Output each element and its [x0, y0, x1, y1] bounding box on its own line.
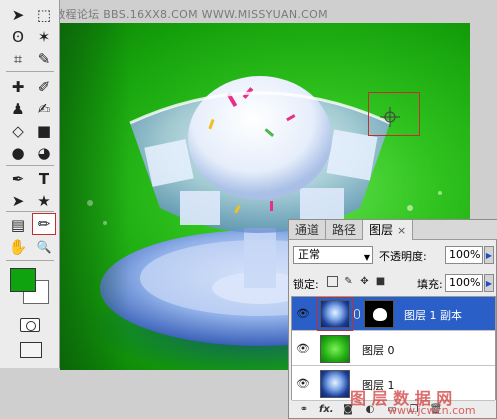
path-select-icon[interactable]: ➤ — [6, 190, 30, 212]
canvas-vignette — [60, 23, 130, 370]
layer-thumbnail[interactable] — [320, 370, 350, 398]
toolbox-divider — [6, 211, 54, 212]
tab-layers-label: 图层 — [369, 223, 394, 237]
lock-position-icon[interactable]: ✥ — [359, 276, 370, 287]
link-chain-icon[interactable] — [354, 309, 360, 319]
eye-icon[interactable]: 👁 — [296, 307, 310, 321]
marquee-icon[interactable]: ⬚ — [32, 4, 56, 26]
toolbox-divider — [6, 71, 54, 72]
fill-field[interactable]: 100% — [445, 274, 483, 292]
layer-row[interactable]: 👁 图层 1 副本 — [292, 297, 495, 331]
crop-icon[interactable]: ⌗ — [6, 48, 30, 70]
opacity-label: 不透明度: — [379, 250, 427, 263]
dodge-icon[interactable]: ◕ — [32, 142, 56, 164]
eye-icon[interactable]: 👁 — [296, 342, 310, 356]
screen-mode-button[interactable] — [20, 342, 42, 358]
layer-row[interactable]: 👁 图层 0 — [292, 332, 495, 366]
watermark-bottom-url: www.jcwcn.com — [388, 404, 476, 417]
sample-callout-box — [368, 92, 420, 136]
shape-icon[interactable]: ★ — [32, 190, 56, 212]
watermark-top: PS教程论坛 BBS.16XX8.COM WWW.MISSYUAN.COM — [40, 8, 328, 21]
type-icon[interactable]: T — [32, 168, 56, 190]
blend-mode-value: 正常 — [298, 248, 320, 261]
hand-icon[interactable]: ✋ — [6, 236, 30, 258]
fx-icon[interactable]: fx. — [319, 404, 334, 416]
lock-all-icon[interactable]: ■ — [375, 276, 386, 287]
gradient-icon[interactable]: ■ — [32, 120, 56, 142]
blend-mode-select[interactable]: 正常 ▼ — [293, 246, 373, 264]
quick-mask-button[interactable] — [20, 318, 40, 332]
layer-name: 图层 0 — [362, 344, 395, 357]
layer-thumbnail[interactable] — [317, 297, 353, 331]
eyedropper-icon[interactable]: ✏ — [32, 213, 56, 235]
healing-brush-icon[interactable]: ✚ — [6, 76, 30, 98]
lock-paint-icon[interactable]: ✎ — [343, 276, 354, 287]
layer-name: 图层 1 副本 — [404, 309, 462, 322]
lock-label: 锁定: — [293, 278, 319, 291]
fill-label: 填充: — [417, 278, 443, 291]
pen-icon[interactable]: ✒ — [6, 168, 30, 190]
opacity-slider-arrow-icon[interactable]: ▶ — [484, 246, 494, 264]
zoom-icon[interactable]: 🔍 — [32, 236, 56, 258]
toolbox: ➤ ⬚ ʘ ✶ ⌗ ✎ ✚ ✐ ♟ ✍ ◇ ■ ● ◕ ✒ T ➤ ★ ▤ ✏ … — [0, 0, 60, 368]
magic-wand-icon[interactable]: ✶ — [32, 26, 56, 48]
blend-row: 正常 ▼ 不透明度: 100% ▶ — [293, 244, 494, 266]
lasso-icon[interactable]: ʘ — [6, 26, 30, 48]
notes-icon[interactable]: ▤ — [6, 214, 30, 236]
blur-icon[interactable]: ● — [6, 142, 30, 164]
tab-paths[interactable]: 路径 — [326, 220, 364, 240]
layer-mask-thumbnail[interactable] — [364, 300, 394, 328]
lock-transparency-icon[interactable] — [327, 276, 338, 287]
eraser-icon[interactable]: ◇ — [6, 120, 30, 142]
chevron-down-icon: ▼ — [363, 253, 370, 262]
tab-layers[interactable]: 图层 × — [363, 220, 414, 240]
link-icon[interactable]: ⚭ — [297, 404, 311, 416]
history-brush-icon[interactable]: ✍ — [32, 98, 56, 120]
fill-slider-arrow-icon[interactable]: ▶ — [484, 274, 494, 292]
toolbox-divider — [6, 165, 54, 166]
tab-channels[interactable]: 通道 — [289, 220, 327, 240]
close-icon[interactable]: × — [397, 224, 406, 237]
layer-thumbnail[interactable] — [320, 335, 350, 363]
brush-icon[interactable]: ✐ — [32, 76, 56, 98]
slice-icon[interactable]: ✎ — [32, 48, 56, 70]
eye-icon[interactable]: 👁 — [296, 377, 310, 391]
lock-row: 锁定: ✎ ✥ ■ 填充: 100% ▶ — [293, 272, 494, 294]
panel-tabs: 通道 路径 图层 × — [289, 220, 497, 240]
photoshop-window: PS教程论坛 BBS.16XX8.COM WWW.MISSYUAN.COM ➤ … — [0, 0, 497, 419]
foreground-color-swatch[interactable] — [10, 268, 36, 292]
move-icon[interactable]: ➤ — [6, 4, 30, 26]
stamp-icon[interactable]: ♟ — [6, 98, 30, 120]
opacity-field[interactable]: 100% — [445, 246, 483, 264]
toolbox-divider — [6, 260, 54, 261]
